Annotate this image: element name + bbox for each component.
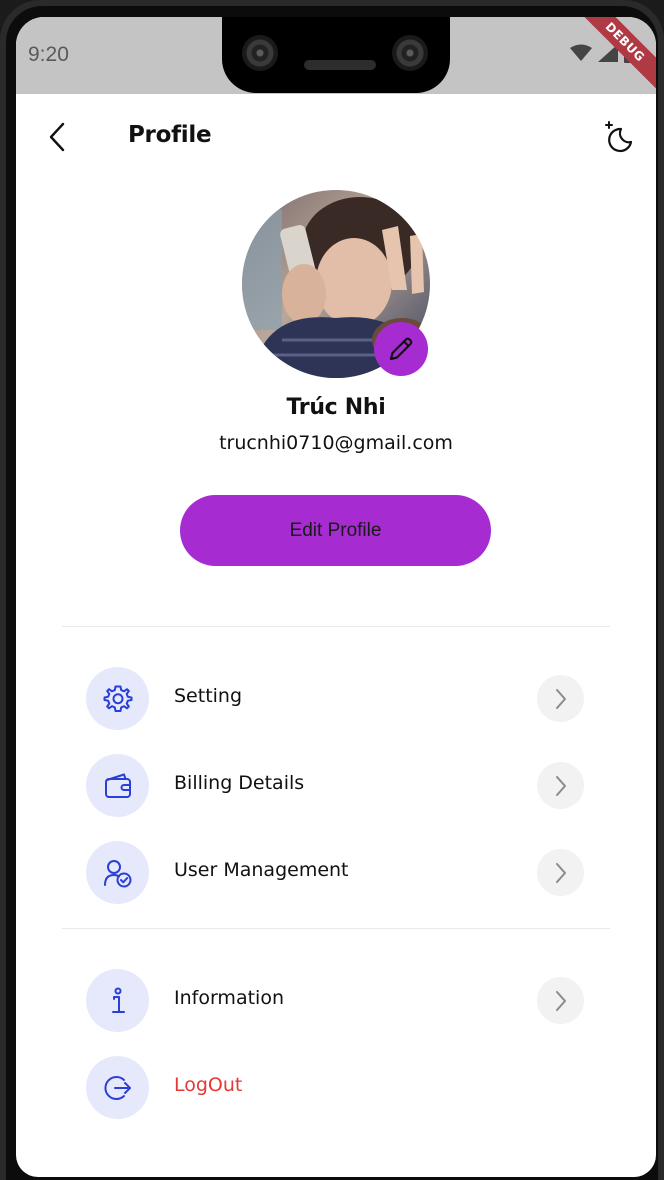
chevron-right-icon	[555, 862, 566, 883]
phone-bezel: 9:20 DEBUG Profile Trúc Nhi trucnhi0710@…	[6, 6, 658, 1180]
page-title: Profile	[128, 122, 212, 148]
wallet-icon	[104, 773, 131, 798]
camera-icon	[392, 35, 428, 71]
avatar-container	[242, 190, 430, 378]
menu-label: Billing Details	[174, 772, 305, 794]
user-name: Trúc Nhi	[286, 395, 386, 420]
gear-icon	[103, 685, 132, 712]
status-time: 9:20	[28, 43, 69, 66]
chevron-right-button[interactable]	[537, 849, 584, 896]
phone-frame: 9:20 DEBUG Profile Trúc Nhi trucnhi0710@…	[0, 0, 664, 1180]
menu-label: Setting	[174, 685, 243, 707]
user-email: trucnhi0710@gmail.com	[219, 432, 453, 454]
screen: 9:20 DEBUG Profile Trúc Nhi trucnhi0710@…	[16, 17, 656, 1177]
camera-icon	[242, 35, 278, 71]
menu-icon-container	[86, 667, 149, 730]
wifi-icon	[570, 44, 592, 61]
chevron-right-button[interactable]	[537, 762, 584, 809]
chevron-right-button[interactable]	[537, 675, 584, 722]
chevron-left-icon	[49, 122, 65, 152]
chevron-right-icon	[555, 775, 566, 796]
edit-profile-button[interactable]: Edit Profile	[180, 495, 491, 566]
menu-icon-container	[86, 1056, 149, 1119]
user-check-icon	[103, 859, 131, 887]
menu-item-setting[interactable]: Setting	[86, 667, 586, 731]
app-bar: Profile	[16, 94, 656, 184]
moon-stars-icon	[605, 121, 633, 153]
menu-label: Information	[174, 987, 284, 1009]
menu-icon-container	[86, 841, 149, 904]
back-button[interactable]	[42, 119, 72, 155]
notch	[222, 17, 450, 93]
edit-avatar-button[interactable]	[374, 322, 428, 376]
theme-toggle-button[interactable]	[600, 119, 636, 155]
info-icon	[111, 987, 125, 1013]
chevron-right-icon	[555, 990, 566, 1011]
menu-label-logout: LogOut	[174, 1074, 243, 1096]
status-bar: 9:20 DEBUG	[16, 17, 656, 103]
menu-icon-container	[86, 754, 149, 817]
divider	[62, 626, 610, 627]
logout-icon	[104, 1075, 131, 1100]
chevron-right-icon	[555, 688, 566, 709]
chevron-right-button[interactable]	[537, 977, 584, 1024]
menu-label: User Management	[174, 859, 349, 881]
menu-icon-container	[86, 969, 149, 1032]
divider	[62, 928, 610, 929]
pencil-icon	[389, 337, 413, 361]
menu-item-billing-details[interactable]: Billing Details	[86, 754, 586, 818]
menu-item-information[interactable]: Information	[86, 969, 586, 1033]
menu-item-user-management[interactable]: User Management	[86, 841, 586, 905]
speaker-grille	[304, 60, 376, 70]
menu-item-logout[interactable]: LogOut	[86, 1056, 586, 1120]
